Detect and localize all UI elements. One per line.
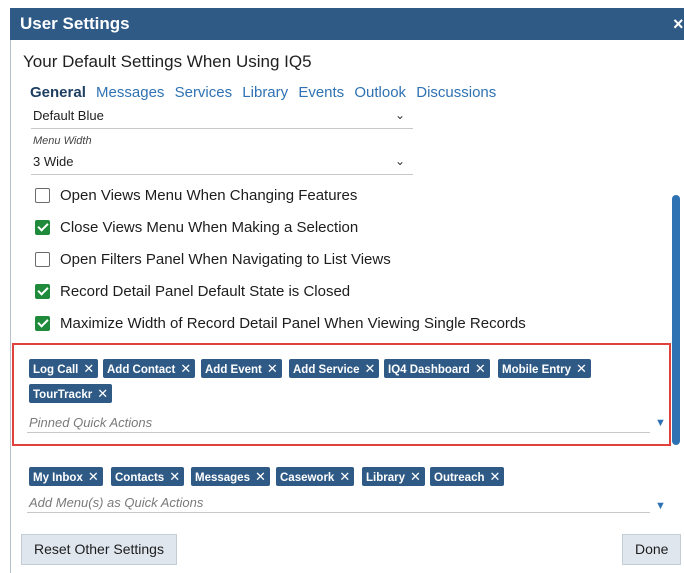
checkbox-maximize-record-detail[interactable]	[35, 316, 50, 331]
dialog-body: Your Default Settings When Using IQ5 Gen…	[10, 40, 684, 573]
chevron-down-icon: ⌄	[394, 154, 405, 168]
close-icon[interactable]: ×	[673, 14, 684, 35]
settings-scroll-area: Default Blue ⌄ Menu Width 3 Wide ⌄ Open …	[11, 108, 684, 568]
chevron-down-icon: ⌄	[394, 108, 405, 122]
tab-discussions[interactable]: Discussions	[416, 84, 496, 101]
tab-outlook[interactable]: Outlook	[354, 84, 406, 101]
close-icon[interactable]: ✕	[83, 361, 94, 376]
checkbox-label: Record Detail Panel Default State is Clo…	[60, 283, 351, 300]
chip-mobile-entry[interactable]: Mobile Entry ✕	[498, 359, 591, 378]
close-icon[interactable]: ✕	[475, 361, 486, 376]
chip-add-service[interactable]: Add Service ✕	[289, 359, 380, 378]
chip-label: Add Event	[205, 364, 262, 376]
chip-label: Outreach	[434, 472, 485, 484]
chip-contacts[interactable]: Contacts ✕	[111, 467, 185, 486]
checkbox-open-views-menu[interactable]	[35, 188, 50, 203]
menu-width-value: 3 Wide	[33, 154, 74, 169]
chip-add-event[interactable]: Add Event ✕	[201, 359, 282, 378]
chip-label: Contacts	[115, 472, 165, 484]
chip-iq4-dashboard[interactable]: IQ4 Dashboard ✕	[384, 359, 490, 378]
chip-label: TourTrackr	[33, 389, 93, 401]
tab-bar: General Messages Services Library Events…	[30, 84, 502, 101]
top-strip	[0, 0, 684, 8]
tab-messages[interactable]: Messages	[96, 84, 164, 101]
checkbox-record-detail-closed[interactable]	[35, 284, 50, 299]
triangle-down-icon[interactable]: ▼	[655, 500, 666, 512]
close-icon[interactable]: ✕	[410, 469, 421, 484]
tab-services[interactable]: Services	[175, 84, 233, 101]
page-title: Your Default Settings When Using IQ5	[23, 52, 312, 71]
checkbox-label: Open Views Menu When Changing Features	[60, 187, 358, 204]
theme-select-value: Default Blue	[33, 108, 104, 123]
pinned-quick-actions-input[interactable]: Pinned Quick Actions	[27, 412, 650, 433]
chip-label: My Inbox	[33, 472, 83, 484]
checkbox-close-views-menu[interactable]	[35, 220, 50, 235]
reset-other-settings-button[interactable]: Reset Other Settings	[21, 534, 177, 565]
checkbox-open-filters-panel[interactable]	[35, 252, 50, 267]
theme-select[interactable]: Default Blue ⌄	[31, 108, 413, 129]
menu-quick-actions-input[interactable]: Add Menu(s) as Quick Actions	[27, 492, 650, 513]
chip-label: Add Contact	[107, 364, 176, 376]
chip-label: Messages	[195, 472, 250, 484]
close-icon[interactable]: ✕	[339, 469, 350, 484]
pinned-quick-actions-placeholder: Pinned Quick Actions	[29, 415, 153, 430]
chip-label: Library	[366, 472, 405, 484]
tab-events[interactable]: Events	[298, 84, 344, 101]
checkbox-label: Open Filters Panel When Navigating to Li…	[60, 251, 391, 268]
chip-label: Mobile Entry	[502, 364, 572, 376]
chip-my-inbox[interactable]: My Inbox ✕	[29, 467, 103, 486]
close-icon[interactable]: ✕	[255, 469, 266, 484]
close-icon[interactable]: ✕	[490, 469, 501, 484]
dialog-title-bar: User Settings ×	[10, 8, 684, 40]
scrollbar-thumb[interactable]	[672, 195, 680, 445]
close-icon[interactable]: ✕	[97, 386, 108, 401]
done-button[interactable]: Done	[622, 534, 682, 565]
checkbox-label: Close Views Menu When Making a Selection	[60, 219, 359, 236]
chip-log-call[interactable]: Log Call ✕	[29, 359, 99, 378]
tab-general[interactable]: General	[30, 84, 86, 101]
chip-add-contact[interactable]: Add Contact ✕	[103, 359, 196, 378]
chip-library[interactable]: Library ✕	[362, 467, 425, 486]
chip-label: IQ4 Dashboard	[388, 364, 470, 376]
tab-library[interactable]: Library	[242, 84, 288, 101]
dialog-title: User Settings	[20, 14, 130, 33]
close-icon[interactable]: ✕	[169, 469, 180, 484]
chip-label: Log Call	[33, 364, 79, 376]
dialog-footer: Reset Other Settings Done	[11, 526, 684, 573]
checkbox-label: Maximize Width of Record Detail Panel Wh…	[60, 315, 526, 332]
close-icon[interactable]: ✕	[267, 361, 278, 376]
chip-messages[interactable]: Messages ✕	[191, 467, 270, 486]
triangle-down-icon[interactable]: ▼	[655, 417, 666, 429]
chip-label: Casework	[280, 472, 335, 484]
chip-tourtrackr[interactable]: TourTrackr ✕	[29, 384, 113, 403]
close-icon[interactable]: ✕	[180, 361, 191, 376]
chip-casework[interactable]: Casework ✕	[276, 467, 355, 486]
close-icon[interactable]: ✕	[576, 361, 587, 376]
menu-width-select[interactable]: 3 Wide ⌄	[31, 152, 413, 175]
chip-outreach[interactable]: Outreach ✕	[430, 467, 505, 486]
menu-width-label: Menu Width	[33, 135, 92, 147]
chip-label: Add Service	[293, 364, 360, 376]
menu-quick-actions-placeholder: Add Menu(s) as Quick Actions	[29, 495, 204, 510]
close-icon[interactable]: ✕	[88, 469, 99, 484]
close-icon[interactable]: ✕	[364, 361, 375, 376]
